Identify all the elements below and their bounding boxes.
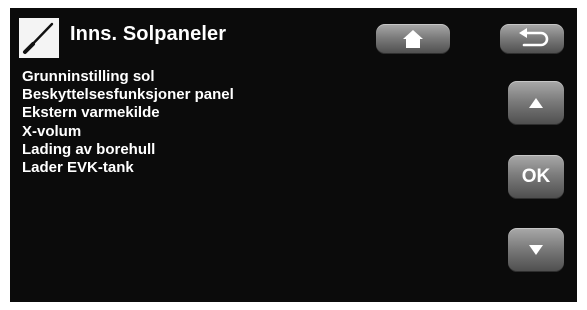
scroll-down-button[interactable]: [508, 228, 564, 272]
menu-list: Grunninstilling sol Beskyttelsesfunksjon…: [22, 68, 234, 177]
triangle-up-icon: [529, 98, 543, 108]
back-arrow-icon: [519, 28, 549, 47]
menu-item-grunninstilling-sol[interactable]: Grunninstilling sol: [22, 68, 234, 86]
scroll-up-button[interactable]: [508, 81, 564, 125]
back-button[interactable]: [500, 24, 564, 54]
menu-item-x-volum[interactable]: X-volum: [22, 123, 234, 141]
menu-item-lader-evk-tank[interactable]: Lader EVK-tank: [22, 159, 234, 177]
display-screen: Inns. Solpaneler Grunninstilling sol Bes…: [10, 8, 577, 302]
menu-item-ekstern-varmekilde[interactable]: Ekstern varmekilde: [22, 104, 234, 122]
page-title: Inns. Solpaneler: [70, 23, 227, 45]
home-button[interactable]: [376, 24, 450, 54]
menu-item-beskyttelsesfunksjoner-panel[interactable]: Beskyttelsesfunksjoner panel: [22, 86, 234, 104]
ok-button[interactable]: OK: [508, 155, 564, 199]
triangle-down-icon: [529, 245, 543, 255]
screwdriver-icon: [19, 18, 59, 58]
home-icon: [403, 30, 423, 48]
menu-item-lading-av-borehull[interactable]: Lading av borehull: [22, 141, 234, 159]
